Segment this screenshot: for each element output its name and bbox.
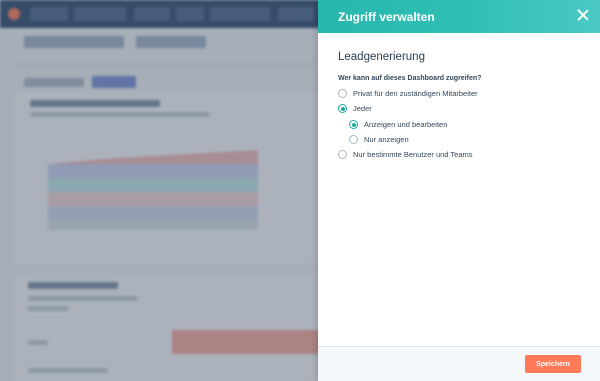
dashboard-name-heading: Leadgenerierung [338, 51, 425, 63]
radio-option-view-only[interactable]: Nur anzeigen [349, 135, 409, 144]
close-icon[interactable] [576, 8, 590, 22]
radio-button[interactable] [349, 135, 358, 144]
radio-option-everyone[interactable]: Jeder [338, 104, 372, 113]
radio-option-private[interactable]: Privat für den zuständigen Mitarbeiter [338, 89, 478, 98]
panel-footer: Speichern [318, 346, 600, 381]
radio-option-label: Anzeigen und bearbeiten [364, 120, 448, 129]
radio-option-view-and-edit[interactable]: Anzeigen und bearbeiten [349, 120, 447, 129]
radio-button[interactable] [338, 150, 347, 159]
radio-button[interactable] [338, 89, 347, 98]
manage-access-panel: Zugriff verwalten Leadgenerierung Wer ka… [318, 0, 600, 381]
radio-option-label: Nur anzeigen [364, 135, 409, 144]
radio-option-specific-users-teams[interactable]: Nur bestimmte Benutzer und Teams [338, 150, 473, 159]
radio-button[interactable] [349, 120, 358, 129]
modal-backdrop[interactable] [0, 0, 318, 381]
radio-option-label: Privat für den zuständigen Mitarbeiter [353, 89, 478, 98]
radio-button[interactable] [338, 104, 347, 113]
panel-header: Zugriff verwalten [318, 0, 600, 33]
radio-option-label: Nur bestimmte Benutzer und Teams [353, 150, 473, 159]
access-question-label: Wer kann auf dieses Dashboard zugreifen? [338, 75, 482, 82]
panel-title: Zugriff verwalten [338, 10, 435, 24]
save-button[interactable]: Speichern [525, 355, 581, 373]
radio-option-label: Jeder [353, 104, 372, 113]
